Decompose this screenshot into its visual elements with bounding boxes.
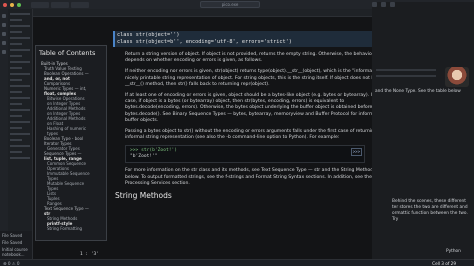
doc-content: class str(object='') class str(object=b'… xyxy=(113,31,395,263)
explorer-row[interactable] xyxy=(10,85,30,87)
editor-tab[interactable] xyxy=(51,1,69,8)
terminal-output: 1 : '3' xyxy=(80,252,99,257)
doc-paragraph-2: If neither encoding nor errors is given,… xyxy=(125,69,387,87)
kernel-label[interactable]: Python xyxy=(446,249,472,255)
explorer-row[interactable] xyxy=(10,31,22,33)
notebook-lines xyxy=(376,65,436,81)
explorer-row[interactable] xyxy=(10,91,22,93)
notebook-text-2: Behind the scenes, these different xyxy=(392,199,466,204)
section-heading-string-methods: String Methods xyxy=(115,191,172,201)
doc-paragraph-1: Return a string version of object. If ob… xyxy=(125,52,391,64)
problems-indicator[interactable]: ⊗ 0 ⚠ 0 xyxy=(3,261,20,266)
maximize-window-icon[interactable] xyxy=(17,2,21,7)
toc-list: Built-in Types Truth Value Testing Boolean… xyxy=(39,61,103,231)
notification-item[interactable]: File Saved xyxy=(2,233,30,238)
doc-paragraph-5: For more information on the str class an… xyxy=(125,168,394,186)
minimize-window-icon[interactable] xyxy=(10,2,14,7)
notebook-line xyxy=(376,75,436,77)
signature-line-1: class str(object='') xyxy=(117,32,180,38)
search-icon[interactable] xyxy=(2,23,6,27)
explorer-row[interactable] xyxy=(10,145,30,147)
notebook-text-3: ter stores the two are different and xyxy=(392,205,468,210)
signature-str: class str(object='') class str(object=b'… xyxy=(113,31,395,47)
explorer-row[interactable] xyxy=(10,43,22,45)
table-of-contents: Table of Contents Built-in Types Truth Va… xyxy=(35,45,107,241)
side-notebook-panel: and the None Type. See the table below B… xyxy=(372,9,474,259)
webcam-feed xyxy=(445,67,469,87)
layout-icon[interactable] xyxy=(390,2,395,7)
explorer-row[interactable] xyxy=(10,151,22,153)
explorer-row[interactable] xyxy=(10,109,30,111)
notifications-panel: File Saved File Saved Initial course not… xyxy=(0,231,32,259)
title-bar: pico.exe xyxy=(0,0,474,252)
explorer-row[interactable] xyxy=(10,67,22,69)
code-output-line: "b'Zoot!'" xyxy=(130,154,158,160)
notebook-text-1: and the None Type. See the table below xyxy=(375,89,461,94)
extensions-icon[interactable] xyxy=(2,50,6,54)
editor-tab[interactable] xyxy=(31,1,49,8)
explorer-row[interactable] xyxy=(10,133,30,135)
explorer-row[interactable] xyxy=(10,79,22,81)
explorer-row[interactable] xyxy=(10,121,30,123)
explorer-row[interactable] xyxy=(10,115,22,117)
signature-line-2: class str(object=b'', encoding='utf-8', … xyxy=(117,39,292,45)
copy-toggle-prompt-button[interactable]: >>> xyxy=(350,148,362,157)
explorer-row[interactable] xyxy=(10,49,30,51)
activity-bar xyxy=(0,9,8,259)
explorer-row[interactable] xyxy=(10,25,30,27)
explorer-row[interactable] xyxy=(10,103,22,105)
screen: pico.exe Table of Contents Built-in Type… xyxy=(0,0,474,266)
toc-title: Table of Contents xyxy=(39,49,96,57)
editor-tab[interactable] xyxy=(71,1,89,8)
notebook-text-4: ormattic function between the two. Try xyxy=(392,211,468,222)
explorer-icon[interactable] xyxy=(2,14,6,18)
explorer-row[interactable] xyxy=(10,73,30,75)
docs-browser-window: Table of Contents Built-in Types Truth Va… xyxy=(32,9,395,259)
explorer-row[interactable] xyxy=(10,37,30,39)
code-example: >>> str(b'Zoot!') "b'Zoot!'" >>> xyxy=(125,145,365,164)
run-icon[interactable] xyxy=(2,41,6,45)
doc-paragraph-4: Passing a bytes object to str() without … xyxy=(125,129,386,141)
search-label: pico.exe xyxy=(221,2,239,7)
source-control-icon[interactable] xyxy=(2,32,6,36)
explorer-row[interactable] xyxy=(10,13,30,15)
notebook-line xyxy=(376,69,436,71)
layout-icon[interactable] xyxy=(372,2,377,7)
layout-icon[interactable] xyxy=(381,2,386,7)
notification-item[interactable]: File Saved xyxy=(2,240,30,245)
cell-position[interactable]: Cell 3 of 29 xyxy=(432,261,456,266)
explorer-row[interactable] xyxy=(10,127,22,129)
explorer-row[interactable] xyxy=(10,61,30,63)
explorer-row[interactable] xyxy=(10,157,30,159)
close-window-icon[interactable] xyxy=(3,2,7,7)
status-bar: ⊗ 0 ⚠ 0 Cell 3 of 29 xyxy=(0,259,474,266)
command-search[interactable]: pico.exe xyxy=(200,1,260,8)
explorer-row[interactable] xyxy=(10,97,30,99)
explorer-row[interactable] xyxy=(10,139,22,141)
explorer-row[interactable] xyxy=(10,19,22,21)
explorer-panel xyxy=(8,9,32,259)
explorer-row[interactable] xyxy=(10,55,22,57)
toc-link[interactable]: String Formatting xyxy=(39,226,103,231)
doc-paragraph-3: If at least one of encoding or errors is… xyxy=(125,93,393,123)
notification-item[interactable]: Initial course notebook... xyxy=(2,247,30,257)
browser-toolbar xyxy=(33,9,372,17)
